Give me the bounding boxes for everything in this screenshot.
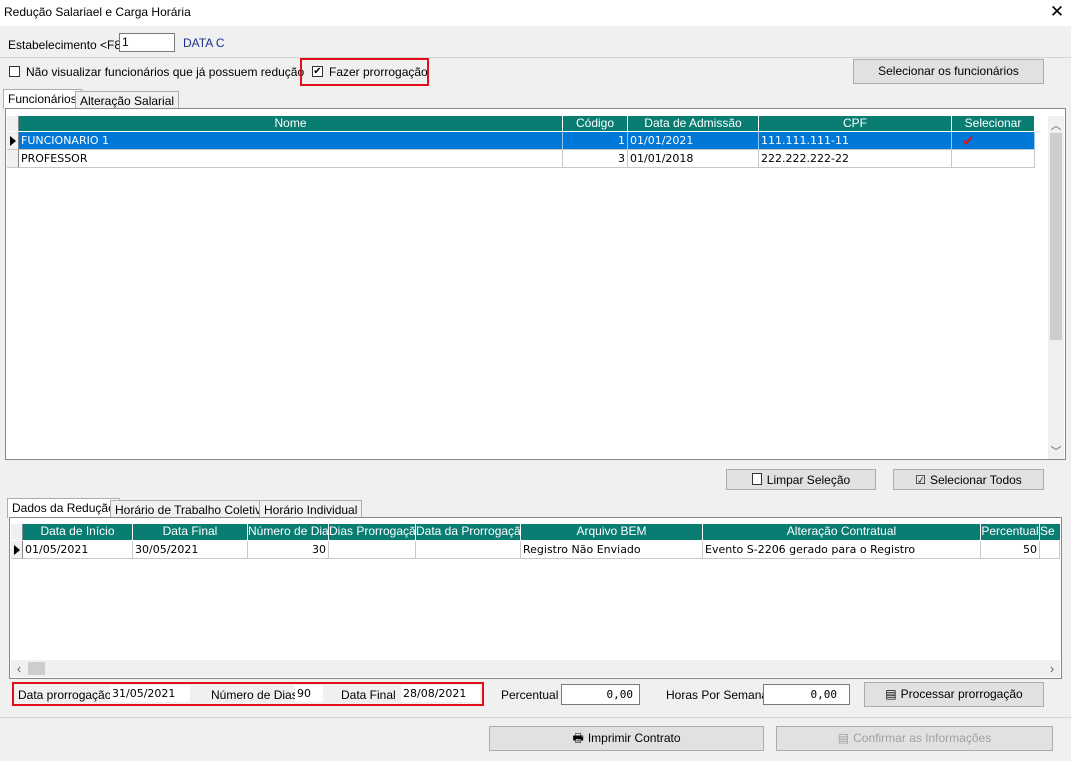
cell-se[interactable] <box>1040 541 1060 559</box>
close-icon[interactable]: ✕ <box>1049 2 1065 22</box>
current-row-icon <box>14 545 20 555</box>
scroll-right-icon[interactable]: › <box>1045 661 1059 676</box>
col-se[interactable]: Se <box>1040 524 1061 540</box>
col-data-prorrogacao[interactable]: Data da Prorrogação <box>416 524 521 540</box>
establishment-name: DATA C <box>183 36 225 50</box>
select-all-button[interactable]: ☑ Selecionar Todos <box>893 469 1044 490</box>
tab-horario-coletivo[interactable]: Horário de Trabalho Coletivo <box>110 500 273 518</box>
cell-codigo[interactable]: 1 <box>563 132 628 150</box>
cell-dias-prorrogacao[interactable] <box>329 541 416 559</box>
cell-admissao[interactable]: 01/01/2018 <box>628 150 759 168</box>
confirm-label: Confirmar as Informações <box>853 731 992 745</box>
page-icon <box>751 473 762 485</box>
cell-percentual[interactable]: 50 <box>981 541 1040 559</box>
cell-data-prorrogacao[interactable] <box>416 541 521 559</box>
confirm-icon: ▤ <box>837 731 850 745</box>
tab-dados-reducao[interactable]: Dados da Redução <box>7 498 120 518</box>
cell-nome[interactable]: FUNCIONARIO 1 <box>19 132 563 150</box>
process-extension-label: Processar prorrogação <box>900 687 1023 701</box>
scroll-left-icon[interactable]: ‹ <box>12 661 26 676</box>
select-all-label: Selecionar Todos <box>929 473 1022 487</box>
establishment-input[interactable]: 1 <box>119 33 175 52</box>
extension-final-label: Data Final <box>341 688 396 702</box>
scroll-down-icon[interactable]: ﹀ <box>1048 443 1064 458</box>
no-show-label: Não visualizar funcionários que já possu… <box>26 65 305 79</box>
window-title: Redução Salariael e Carga Horária <box>4 5 191 19</box>
row-indicator <box>7 132 19 150</box>
extension-date-label: Data prorrogação <box>18 688 112 702</box>
scroll-up-icon[interactable]: ︿ <box>1048 117 1064 132</box>
divider <box>0 57 1071 58</box>
cell-codigo[interactable]: 3 <box>563 150 628 168</box>
cell-cpf[interactable]: 222.222.222-22 <box>759 150 952 168</box>
col-admissao[interactable]: Data de Admissão <box>628 116 759 131</box>
tab-horario-individual[interactable]: Horário Individual <box>259 500 363 518</box>
col-data-final[interactable]: Data Final <box>133 524 248 540</box>
col-numero-dias[interactable]: Número de Dias <box>248 524 329 540</box>
divider <box>0 717 1071 718</box>
no-show-checkbox[interactable] <box>9 66 20 77</box>
col-nome[interactable]: Nome <box>19 116 563 131</box>
confirm-button[interactable]: ▤ Confirmar as Informações <box>776 726 1053 751</box>
percent-label: Percentual <box>501 688 559 702</box>
col-codigo[interactable]: Código <box>563 116 628 131</box>
scroll-thumb[interactable] <box>1050 133 1062 340</box>
checklist-icon: ☑ <box>915 473 926 487</box>
extension-date-input[interactable]: 31/05/2021 <box>110 685 190 702</box>
cell-data-final[interactable]: 30/05/2021 <box>133 541 248 559</box>
print-contract-label: Imprimir Contrato <box>587 731 681 745</box>
printer-icon: 🖶 <box>572 731 584 745</box>
current-row-icon <box>10 136 16 146</box>
col-percentual[interactable]: Percentual <box>981 524 1040 540</box>
grid-corner <box>11 524 23 540</box>
col-dias-prorrogacao[interactable]: Dias Prorrogação <box>329 524 416 540</box>
clear-selection-button[interactable]: Limpar Seleção <box>726 469 876 490</box>
row-indicator <box>7 150 19 168</box>
extension-days-input[interactable]: 90 <box>295 685 323 702</box>
process-extension-button[interactable]: ▤ Processar prorrogação <box>864 682 1044 707</box>
col-selecionar[interactable]: Selecionar <box>952 116 1035 131</box>
cell-data-inicio[interactable]: 01/05/2021 <box>23 541 133 559</box>
cell-selecionar[interactable] <box>952 150 1035 168</box>
tab-funcionarios[interactable]: Funcionários <box>3 89 82 109</box>
percent-input[interactable]: 0,00 <box>561 684 640 705</box>
col-arquivo-bem[interactable]: Arquivo BEM <box>521 524 703 540</box>
select-employees-button[interactable]: Selecionar os funcionários <box>853 59 1044 84</box>
col-data-inicio[interactable]: Data de Início <box>23 524 133 540</box>
col-cpf[interactable]: CPF <box>759 116 952 131</box>
hours-label: Horas Por Semana <box>666 688 769 702</box>
cell-alteracao-contratual[interactable]: Evento S-2206 gerado para o Registro <box>703 541 981 559</box>
print-contract-button[interactable]: 🖶 Imprimir Contrato <box>489 726 764 751</box>
cell-admissao[interactable]: 01/01/2021 <box>628 132 759 150</box>
extension-days-label: Número de Dias <box>211 688 298 702</box>
process-icon: ▤ <box>885 687 897 701</box>
row-indicator <box>11 541 23 559</box>
cell-arquivo-bem[interactable]: Registro Não Enviado <box>521 541 703 559</box>
check-icon: ✔ <box>313 66 322 77</box>
extend-label: Fazer prorrogação <box>329 65 428 79</box>
tab-alteracao-salarial[interactable]: Alteração Salarial <box>75 91 180 109</box>
checkmark-icon[interactable]: ✔ <box>952 132 1035 150</box>
col-alteracao-contratual[interactable]: Alteração Contratual <box>703 524 981 540</box>
hours-input[interactable]: 0,00 <box>763 684 850 705</box>
cell-nome[interactable]: PROFESSOR <box>19 150 563 168</box>
establishment-label: Estabelecimento <F8> <box>8 38 129 52</box>
cell-cpf[interactable]: 111.111.111-11 <box>759 132 952 150</box>
extension-final-input[interactable]: 28/08/2021 <box>401 685 480 702</box>
clear-selection-label: Limpar Seleção <box>766 473 851 487</box>
extend-checkbox[interactable]: ✔ <box>312 66 323 77</box>
hscroll-thumb[interactable] <box>28 662 45 675</box>
horizontal-scrollbar[interactable] <box>11 660 1060 677</box>
grid-corner <box>7 116 19 131</box>
cell-numero-dias[interactable]: 30 <box>248 541 329 559</box>
